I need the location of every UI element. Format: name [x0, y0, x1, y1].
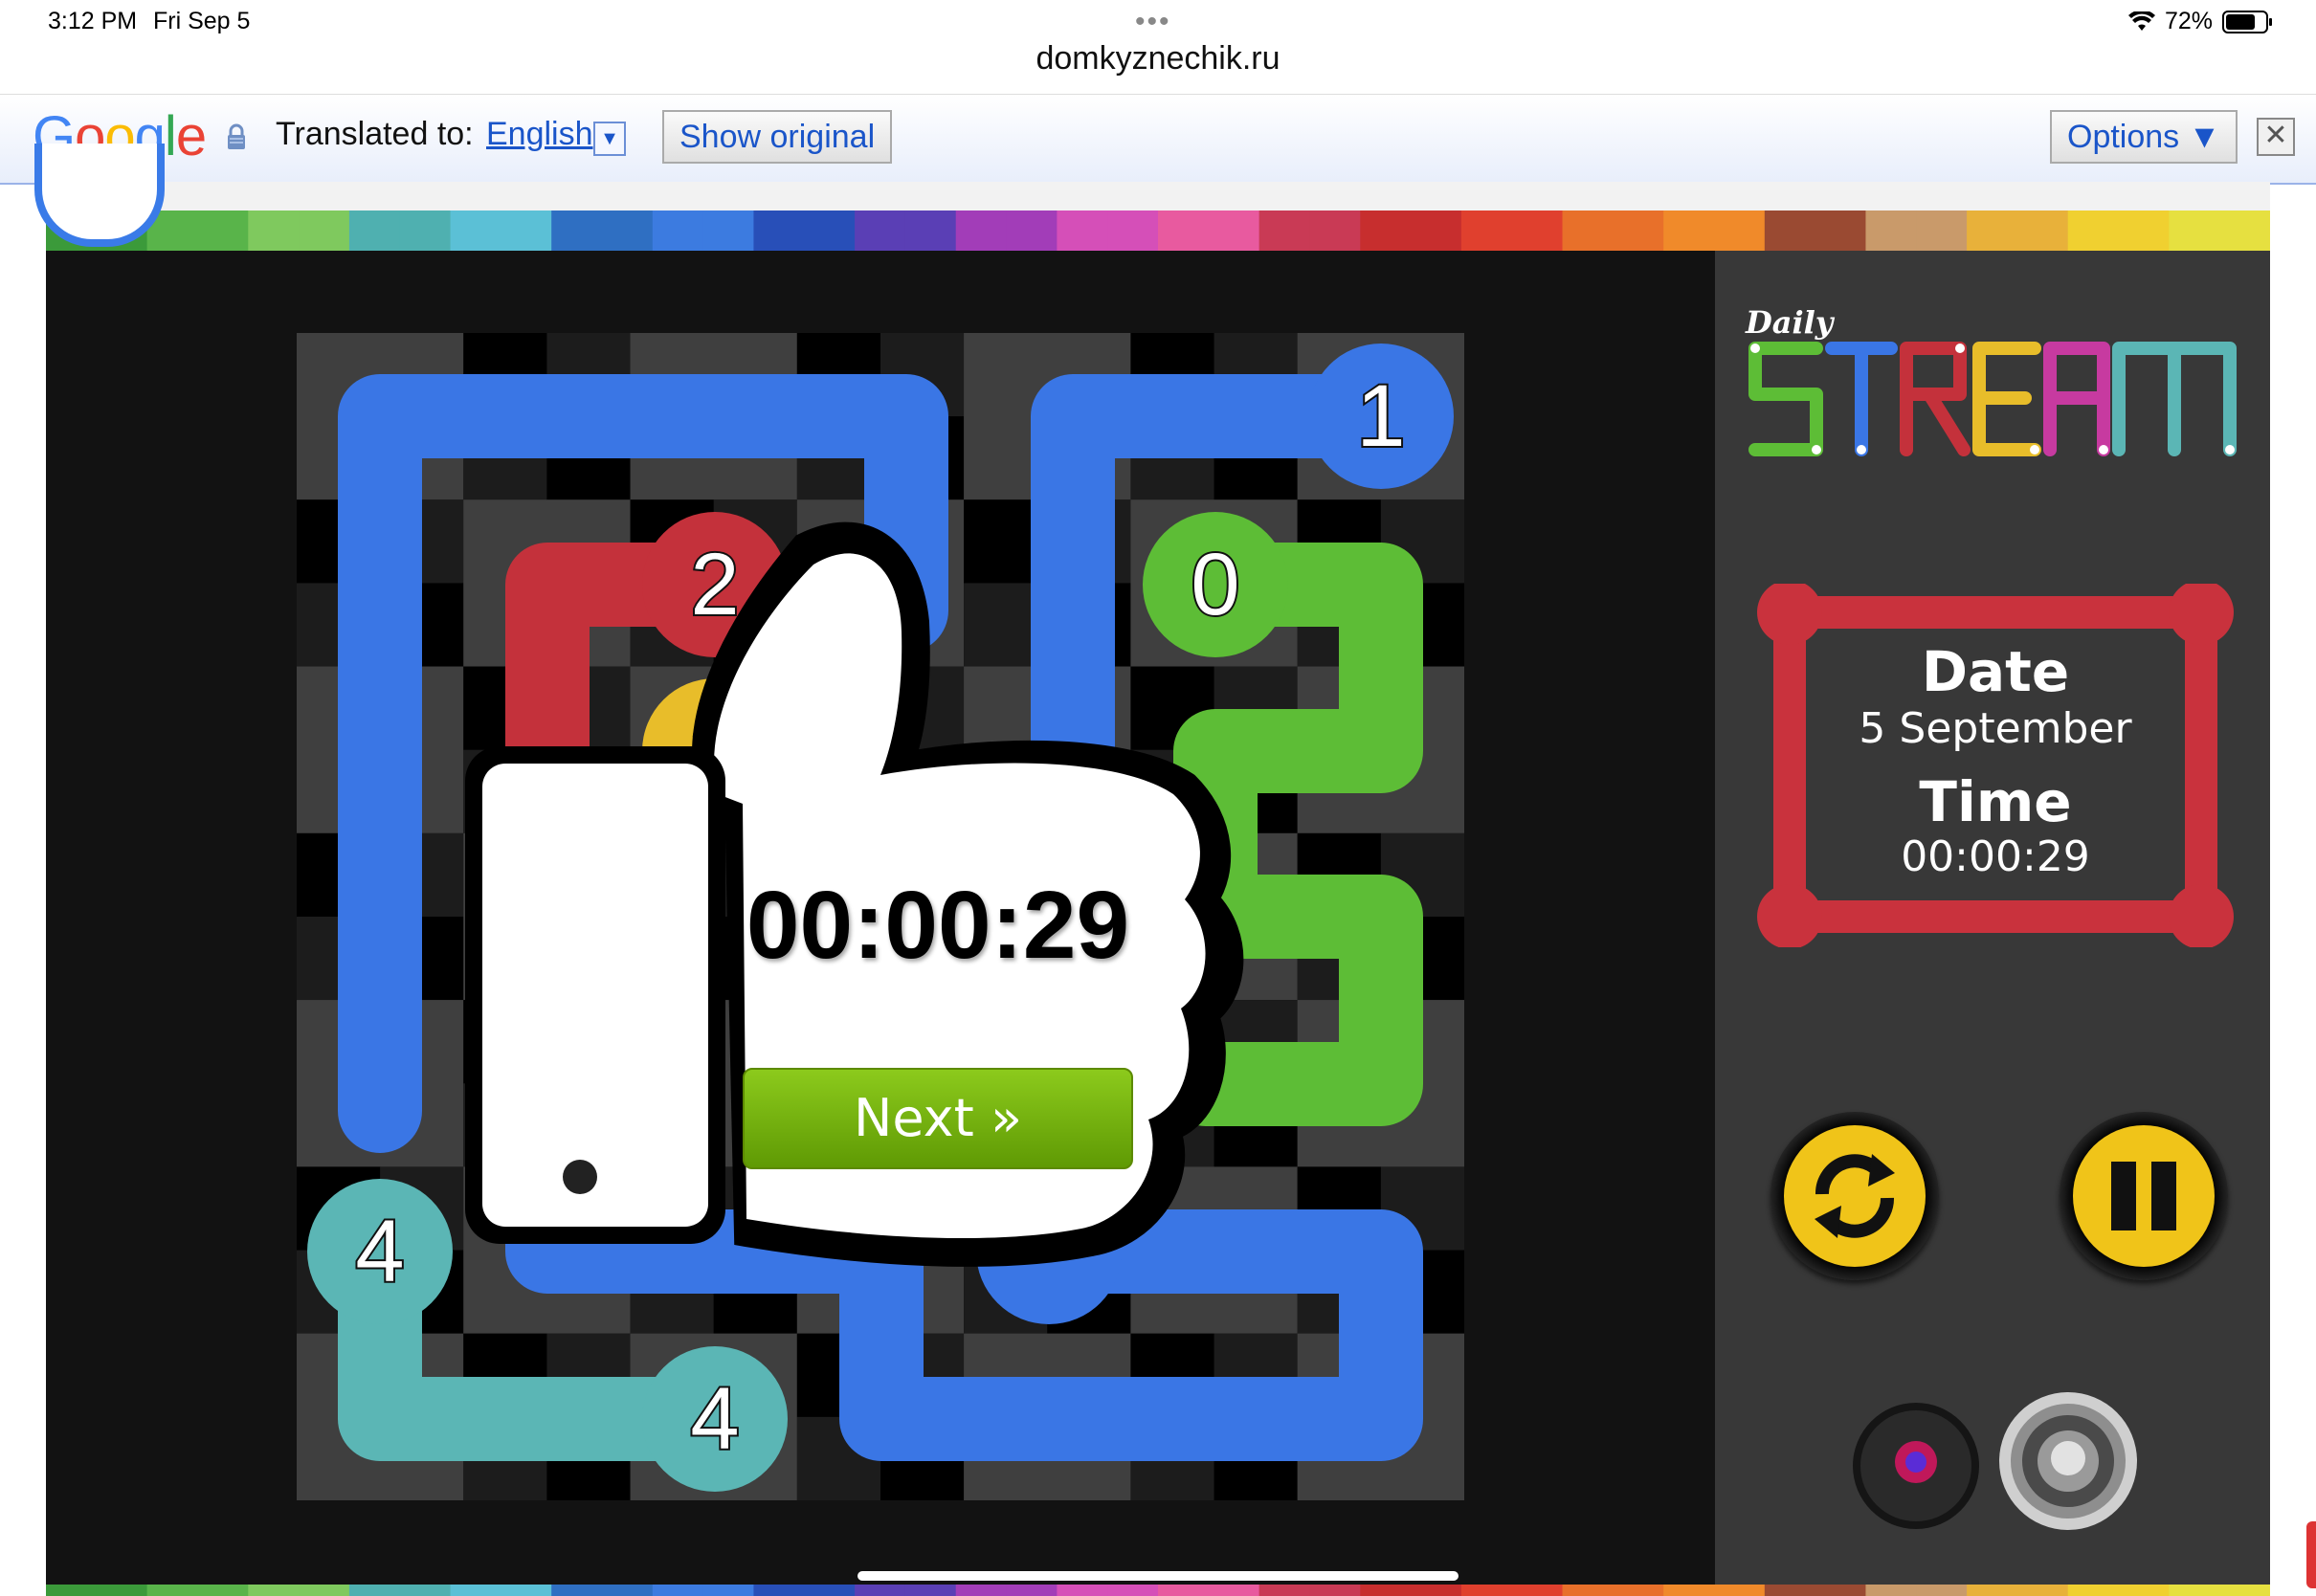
pause-icon	[2111, 1162, 2176, 1230]
ios-status-bar: 3:12 PM Fri Sep 5 ••• 72%	[0, 0, 2316, 46]
status-right: 72%	[2127, 8, 2272, 35]
time-label: Time	[1919, 769, 2072, 834]
date-label: Date	[1921, 639, 2070, 704]
endpoint-number: 1	[1356, 367, 1405, 465]
status-date: Fri Sep 5	[153, 8, 251, 34]
next-button[interactable]: Next »	[743, 1068, 1133, 1169]
status-time: 3:12 PM	[48, 8, 138, 34]
daily-stream-logo: Daily	[1745, 304, 2237, 456]
date-time-frame	[1757, 584, 2234, 947]
site-logo-fragment[interactable]	[34, 144, 165, 247]
pencil-strip-bottom	[46, 1585, 2270, 1596]
time-value: 00:00:29	[1901, 832, 2090, 881]
refresh-icon	[1815, 1154, 1895, 1238]
close-translate-icon[interactable]: ✕	[2257, 118, 2295, 156]
battery-icon	[2222, 10, 2272, 33]
multitasking-dots-icon[interactable]: •••	[1135, 6, 1171, 38]
language-link[interactable]: English	[486, 116, 593, 153]
battery-percent: 72%	[2164, 8, 2213, 34]
completion-time: 00:00:29	[746, 872, 1130, 979]
endpoint-number: 4	[690, 1370, 739, 1468]
wifi-icon	[2127, 11, 2155, 31]
options-button[interactable]: Options ▼	[2050, 110, 2238, 164]
language-dropdown-icon[interactable]: ▼	[593, 122, 626, 156]
speaker-icon[interactable]	[1996, 1389, 2140, 1533]
side-tab[interactable]	[2306, 1521, 2316, 1588]
restart-button[interactable]	[1770, 1112, 1939, 1280]
logo-daily-text: Daily	[1745, 304, 1836, 341]
show-original-button[interactable]: Show original	[662, 110, 893, 164]
translate-bar: Google Translated to: English ▼ Show ori…	[0, 94, 2316, 185]
endpoint-number: 4	[355, 1203, 404, 1300]
pencil-strip-banner	[46, 182, 2270, 251]
date-value: 5 September	[1859, 704, 2132, 753]
translated-to-label: Translated to:	[276, 116, 474, 152]
record-icon[interactable]	[1847, 1397, 1985, 1535]
address-bar-url[interactable]: domkyznechik.ru	[0, 40, 2316, 78]
lock-icon	[228, 123, 245, 149]
pause-button[interactable]	[2060, 1112, 2228, 1280]
home-indicator[interactable]	[857, 1571, 1459, 1581]
